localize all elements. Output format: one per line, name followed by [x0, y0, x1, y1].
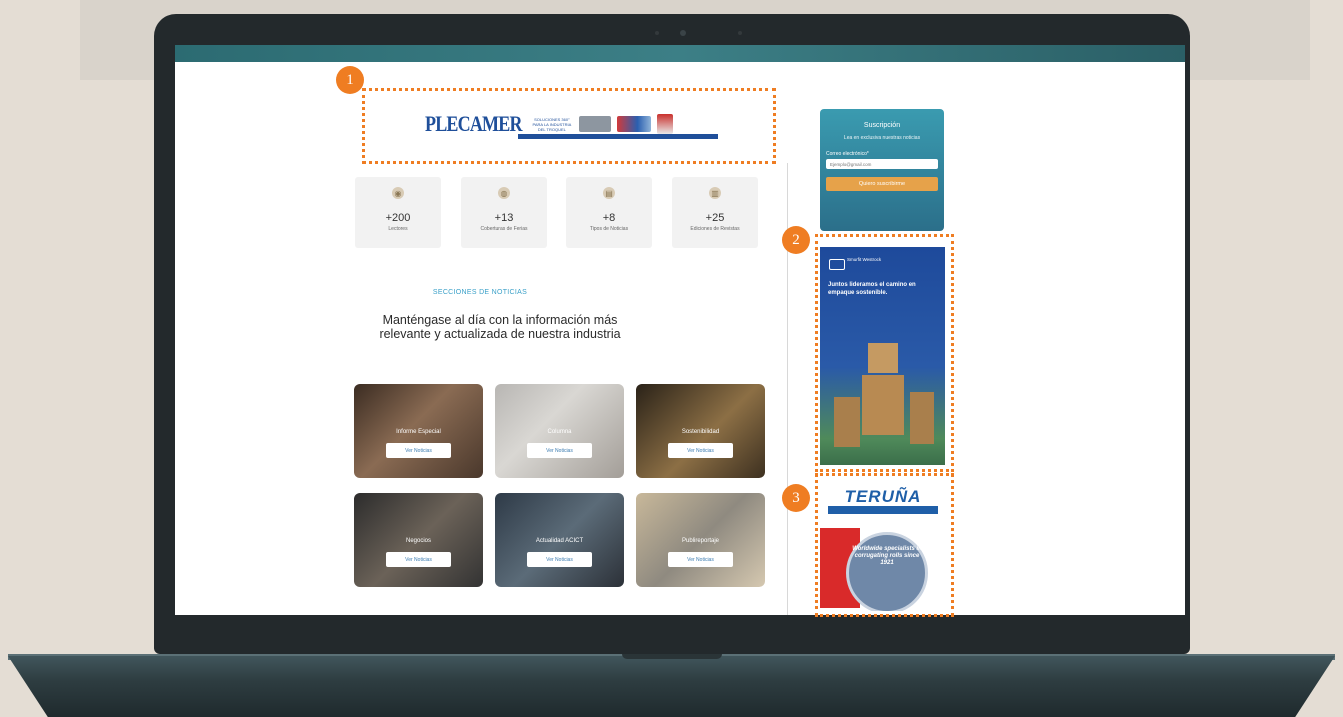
laptop-notch [622, 654, 722, 659]
stat-card-fairs: ◍ +13 Coberturas de Ferias [461, 177, 547, 248]
news-card-actualidad-acict[interactable]: Actualidad ACICT Ver Noticias [495, 493, 624, 587]
view-news-button[interactable]: Ver Noticias [668, 443, 733, 458]
annotation-box-3 [815, 473, 954, 617]
card-title: Columna [547, 429, 572, 435]
annotation-badge-3: 3 [782, 484, 810, 512]
view-news-button[interactable]: Ver Noticias [527, 552, 592, 567]
sensor-dot [738, 31, 742, 35]
sensor-dot [655, 31, 659, 35]
stat-value: +8 [602, 212, 616, 224]
stat-label: Lectores [388, 226, 408, 232]
stat-value: +13 [494, 212, 514, 224]
section-label: SECCIONES DE NOTICIAS [432, 289, 528, 296]
laptop-base [8, 656, 1335, 717]
webcam [680, 30, 686, 36]
stat-card-readers: ◉ +200 Lectores [355, 177, 441, 248]
news-card-publireportaje[interactable]: Publireportaje Ver Noticias [636, 493, 765, 587]
section-title: Manténgase al día con la información más… [379, 313, 621, 341]
card-title: Negocios [405, 538, 431, 544]
stat-label: Tipos de Noticias [589, 226, 629, 232]
view-news-button[interactable]: Ver Noticias [386, 443, 451, 458]
magazine-icon: ▥ [709, 187, 721, 199]
subscription-title: Suscripción [863, 122, 901, 129]
annotation-badge-1: 1 [336, 66, 364, 94]
stat-label: Ediciones de Revistas [690, 226, 740, 232]
subscription-widget: Suscripción Lea en exclusiva nuestras no… [820, 109, 944, 231]
stat-card-magazines: ▥ +25 Ediciones de Revistas [672, 177, 758, 248]
email-field[interactable] [826, 159, 938, 169]
subscribe-button[interactable]: Quiero suscribirme [826, 177, 938, 191]
eye-icon: ◉ [392, 187, 404, 199]
stat-value: +200 [385, 212, 411, 224]
site-header-strip [175, 45, 1185, 62]
annotation-box-1 [362, 88, 776, 164]
news-card-informe-especial[interactable]: Informe Especial Ver Noticias [354, 384, 483, 478]
stat-value: +25 [705, 212, 725, 224]
card-title: Actualidad ACICT [535, 538, 584, 544]
card-title: Publireportaje [681, 538, 720, 544]
email-label: Correo electrónico* [826, 151, 869, 157]
news-card-columna[interactable]: Columna Ver Noticias [495, 384, 624, 478]
view-news-button[interactable]: Ver Noticias [527, 443, 592, 458]
annotation-box-2 [815, 234, 954, 472]
annotation-badge-2: 2 [782, 226, 810, 254]
news-icon: ▤ [603, 187, 615, 199]
stat-card-news-types: ▤ +8 Tipos de Noticias [566, 177, 652, 248]
news-card-negocios[interactable]: Negocios Ver Noticias [354, 493, 483, 587]
view-news-button[interactable]: Ver Noticias [668, 552, 733, 567]
globe-icon: ◍ [498, 187, 510, 199]
news-card-sostenibilidad[interactable]: Sostenibilidad Ver Noticias [636, 384, 765, 478]
card-title: Informe Especial [396, 429, 441, 435]
view-news-button[interactable]: Ver Noticias [386, 552, 451, 567]
card-title: Sostenibilidad [681, 429, 720, 435]
subscription-description: Lea en exclusiva nuestras noticias [843, 135, 921, 141]
stat-label: Coberturas de Ferias [480, 226, 528, 232]
